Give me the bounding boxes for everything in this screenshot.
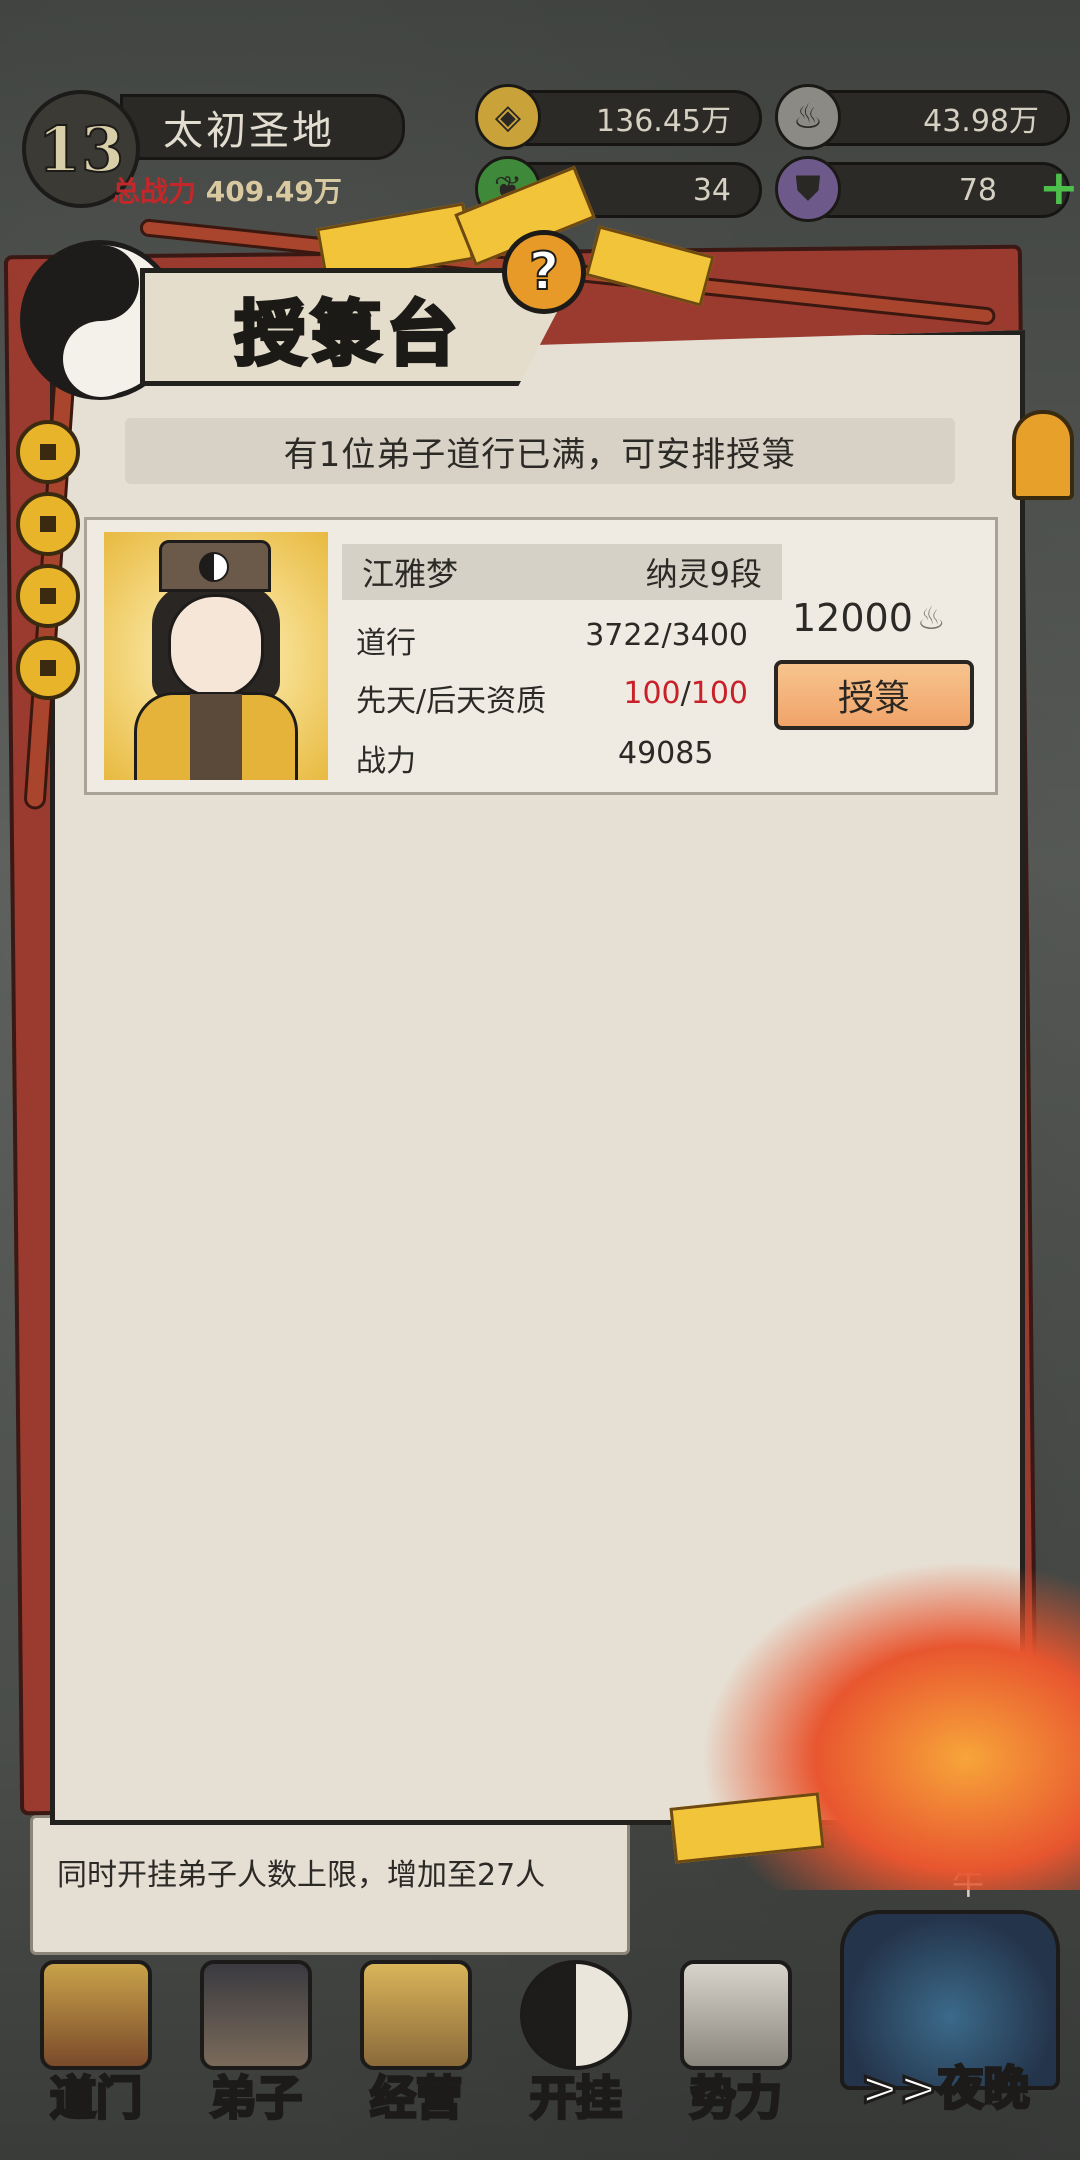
help-button[interactable]: ?: [502, 230, 586, 314]
total-power-value: 409.49万: [205, 175, 342, 208]
coin-decoration: [16, 420, 80, 484]
incense-icon: ♨: [775, 84, 841, 150]
coin-decoration: [16, 564, 80, 628]
notice-text: 有1位弟子道行已满，可安排授箓: [283, 434, 797, 475]
coin-value: 136.45万: [596, 104, 731, 139]
nav-item-forces[interactable]: 势力: [656, 1940, 816, 2140]
dialog-title: 授箓台: [233, 291, 463, 377]
add-token-icon[interactable]: +: [1039, 160, 1079, 216]
nav-label: 弟子: [209, 2070, 304, 2127]
power-label: 战力: [356, 744, 416, 779]
bell-icon: [1012, 410, 1074, 500]
nav-label: 势力: [689, 2070, 784, 2127]
token-value: 78: [958, 172, 997, 208]
taiji-icon: [199, 552, 229, 582]
sect-name: 太初圣地: [120, 94, 405, 160]
daoxing-label: 道行: [356, 626, 416, 661]
disciple-icon: [200, 1960, 312, 2070]
aptitude-separator: /: [680, 676, 691, 711]
aptitude-label: 先天/后天资质: [356, 684, 547, 719]
notice-banner: 有1位弟子道行已满，可安排授箓: [125, 418, 955, 484]
nav-label: 经营: [369, 2070, 464, 2127]
aptitude-innate: 100: [623, 676, 681, 711]
coin-decoration: [16, 636, 80, 700]
coin-icon: ◈: [475, 84, 541, 150]
info-text: 同时开挂弟子人数上限，增加至27人: [57, 1858, 546, 1893]
portrait-face: [168, 594, 264, 698]
disciple-rank: 纳灵9段: [645, 555, 762, 593]
nav-label: 道门: [49, 2070, 144, 2127]
total-power: 总战力 409.49万: [112, 170, 342, 210]
nav-item-business[interactable]: 经营: [336, 1940, 496, 2140]
coin-decoration: [16, 492, 80, 556]
grant-button[interactable]: 授箓: [774, 660, 974, 730]
portrait-vest: [190, 694, 242, 780]
incense-icon: ♨: [916, 599, 946, 637]
aptitude-acquired: 100: [690, 676, 748, 711]
nav-label: 开挂: [529, 2070, 624, 2127]
grant-cost-value: 12000: [792, 596, 913, 640]
shield-token-icon: ⛊: [775, 156, 841, 222]
disciple-portrait[interactable]: [104, 532, 328, 780]
disciple-name-row: 江雅梦 纳灵9段: [342, 544, 782, 600]
daoxing-value: 3722/3400: [585, 618, 748, 653]
power-value: 49085: [618, 736, 714, 771]
disciple-name: 江雅梦: [362, 555, 459, 593]
grant-cost: 12000 ♨: [792, 596, 946, 640]
nav-item-night[interactable]: >>夜晚: [820, 1910, 1070, 2150]
incense-value: 43.98万: [923, 104, 1039, 139]
info-box: 同时开挂弟子人数上限，增加至27人: [30, 1815, 630, 1955]
nav-label: >>夜晚: [859, 2060, 1031, 2117]
shop-icon: [360, 1960, 472, 2070]
nav-item-daomen[interactable]: 道门: [16, 1940, 176, 2140]
aptitude-value: 100/100: [623, 676, 748, 711]
leaf-value: 34: [692, 172, 731, 208]
temple-icon: [40, 1960, 152, 2070]
taiji-icon: [520, 1960, 632, 2070]
nav-item-disciples[interactable]: 弟子: [176, 1940, 336, 2140]
nav-item-boost[interactable]: 开挂: [496, 1940, 656, 2140]
scroll-icon: [680, 1960, 792, 2070]
total-power-label: 总战力: [112, 175, 197, 208]
